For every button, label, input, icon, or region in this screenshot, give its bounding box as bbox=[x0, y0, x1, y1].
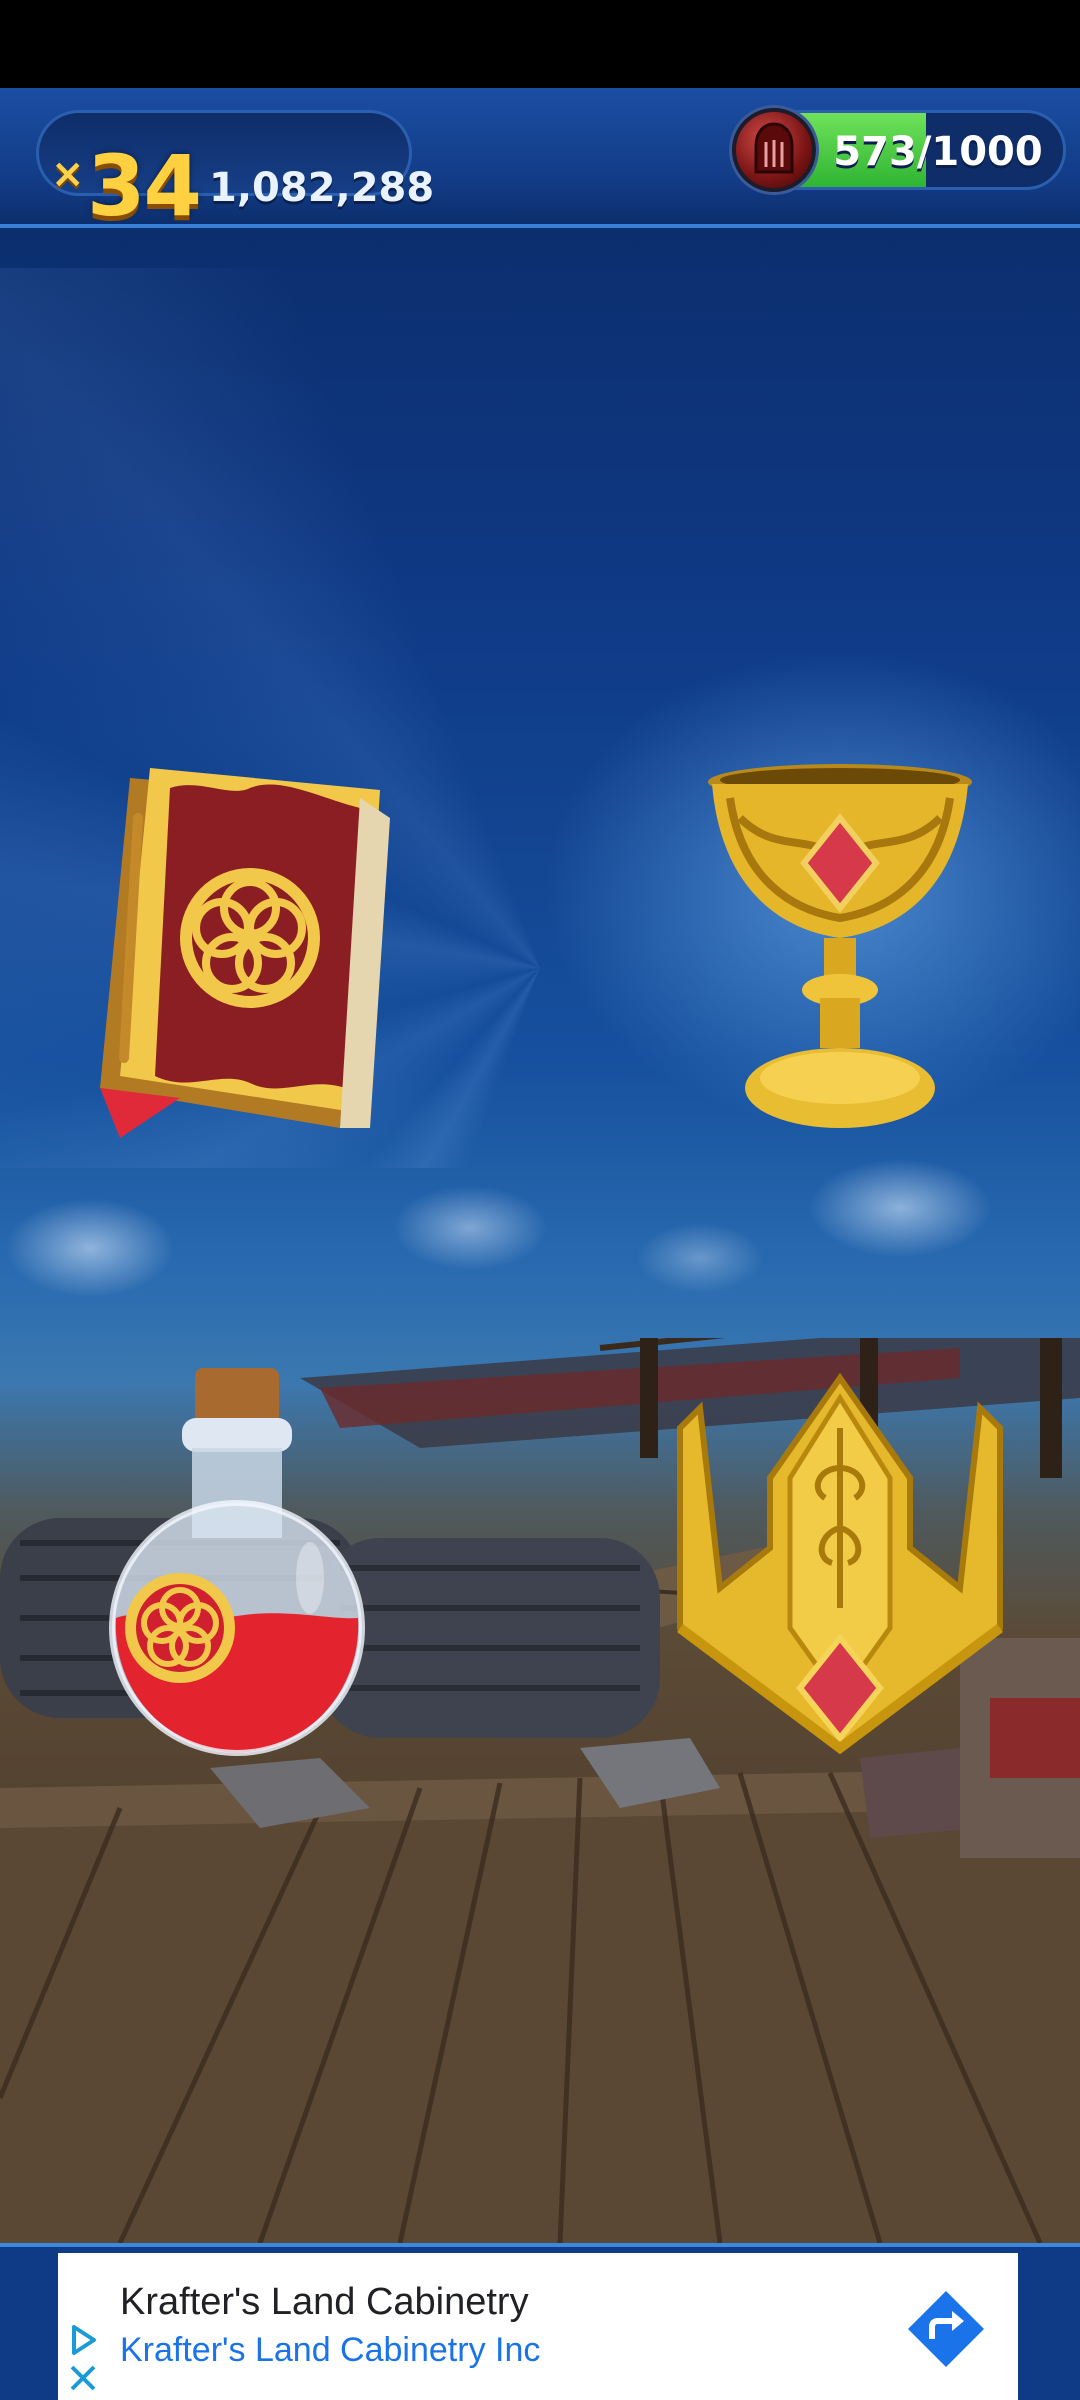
multiplier-prefix: × bbox=[51, 151, 85, 197]
directions-arrow-icon[interactable] bbox=[906, 2289, 986, 2369]
score-panel: × 34 1,082,288 bbox=[36, 110, 434, 231]
progress-text: 573/1000 bbox=[833, 129, 1043, 175]
book-icon[interactable] bbox=[60, 758, 420, 1148]
crown-icon[interactable] bbox=[660, 1368, 1020, 1788]
chalice-icon[interactable] bbox=[700, 758, 980, 1138]
score-multiplier: 34 bbox=[87, 137, 202, 235]
potion-icon[interactable] bbox=[100, 1368, 370, 1768]
close-icon[interactable] bbox=[66, 2361, 100, 2395]
adchoices-icon[interactable] bbox=[66, 2323, 100, 2357]
ad-title[interactable]: Krafter's Land Cabinetry bbox=[120, 2281, 529, 2324]
score-value: 1,082,288 bbox=[209, 165, 435, 211]
ad-subtitle[interactable]: Krafter's Land Cabinetry Inc bbox=[120, 2331, 540, 2370]
knight-helmet-icon[interactable] bbox=[732, 108, 816, 192]
ad-banner[interactable]: Krafter's Land Cabinetry Krafter's Land … bbox=[58, 2253, 1018, 2400]
ad-banner-area: Krafter's Land Cabinetry Krafter's Land … bbox=[0, 2243, 1080, 2400]
game-scene[interactable] bbox=[0, 88, 1080, 2243]
status-bar bbox=[0, 0, 1080, 88]
